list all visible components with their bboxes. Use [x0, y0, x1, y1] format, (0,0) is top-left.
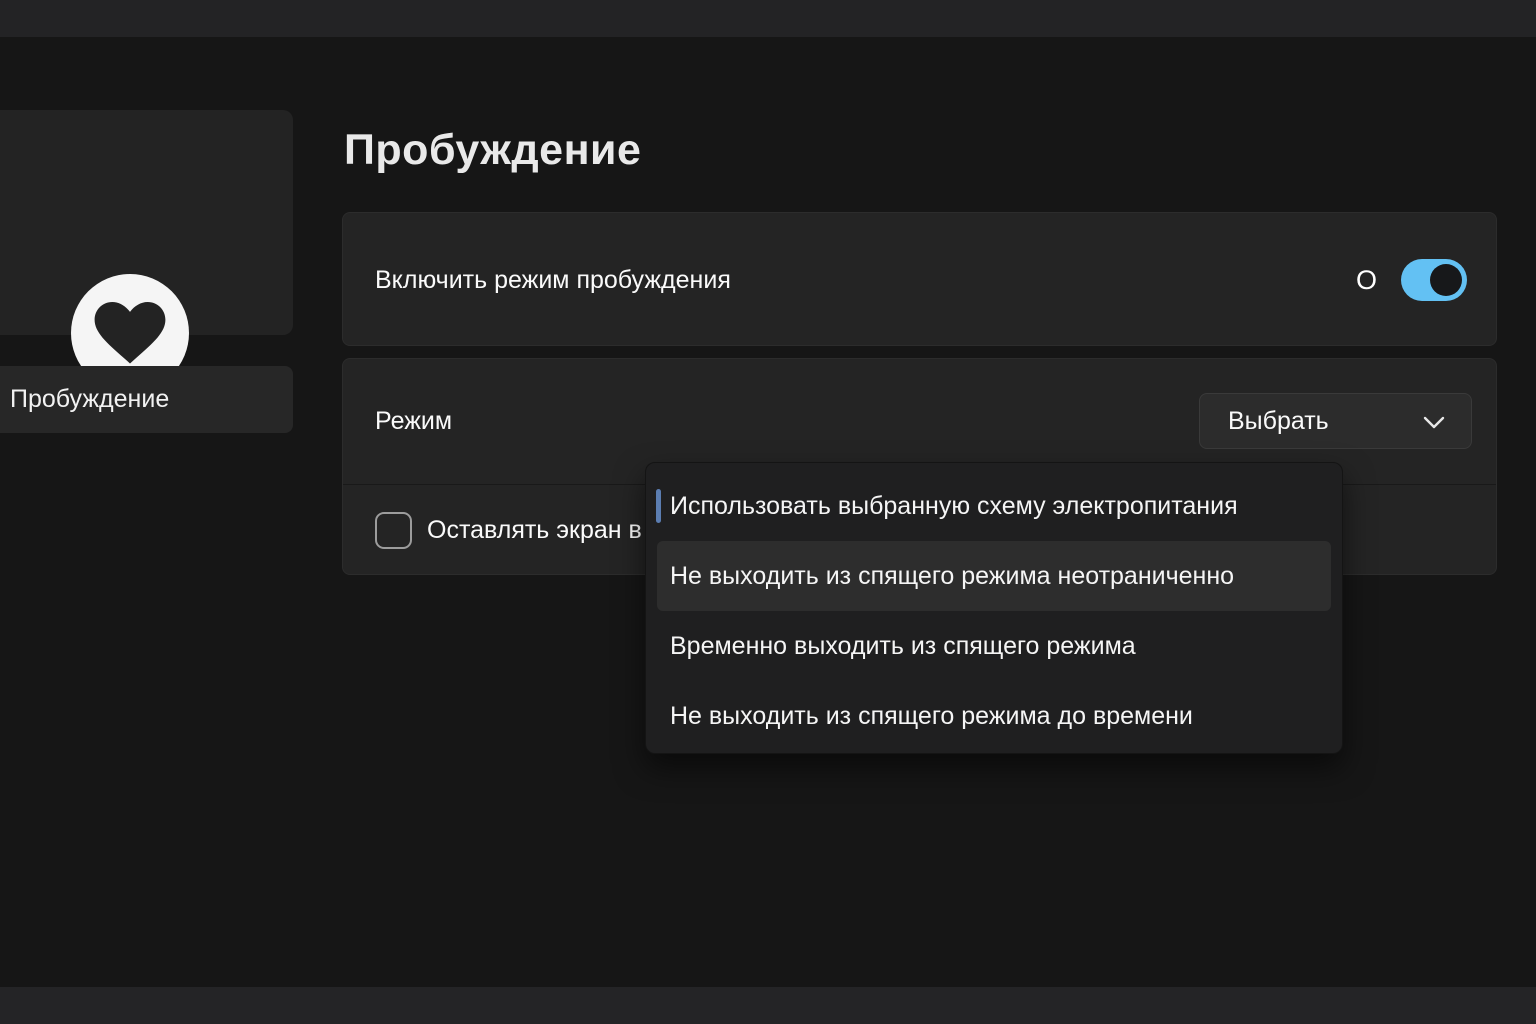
mode-select-dropdown[interactable]: Выбрать — [1199, 393, 1472, 449]
mode-dropdown-menu: Использовать выбранную схему электропита… — [645, 462, 1343, 754]
keep-screen-label: Оставлять экран в — [427, 485, 642, 575]
toggle-control-group: О — [1356, 213, 1467, 347]
mode-select-label: Выбрать — [1228, 407, 1329, 436]
toggle-row-label: Включить режим пробуждения — [375, 213, 731, 347]
wake-mode-toggle-row: Включить режим пробуждения О — [342, 212, 1497, 346]
menu-item-no-wake-unlimited[interactable]: Не выходить из спящего режима неотраниче… — [657, 541, 1331, 611]
selected-indicator-bar — [656, 489, 661, 523]
mode-row-label: Режим — [375, 359, 452, 484]
toggle-state-label: О — [1356, 265, 1377, 296]
sidebar-hero-card[interactable] — [0, 110, 293, 335]
menu-item-temporary-wake[interactable]: Временно выходить из спящего режима — [657, 611, 1331, 681]
menu-item-no-wake-until-time[interactable]: Не выходить из спящего режима до времени — [657, 681, 1331, 751]
top-bar — [0, 0, 1536, 37]
settings-window: Пробуждение Пробуждение Включить режим п… — [0, 0, 1536, 1024]
sidebar-item-wake[interactable]: Пробуждение — [0, 366, 293, 433]
page-title: Пробуждение — [344, 126, 641, 175]
keep-screen-checkbox[interactable] — [375, 512, 412, 549]
chevron-down-icon — [1423, 416, 1445, 434]
menu-item-power-scheme[interactable]: Использовать выбранную схему электропита… — [657, 471, 1331, 541]
wake-mode-toggle[interactable] — [1401, 259, 1467, 301]
toggle-knob — [1430, 264, 1462, 296]
bottom-bar — [0, 987, 1536, 1024]
